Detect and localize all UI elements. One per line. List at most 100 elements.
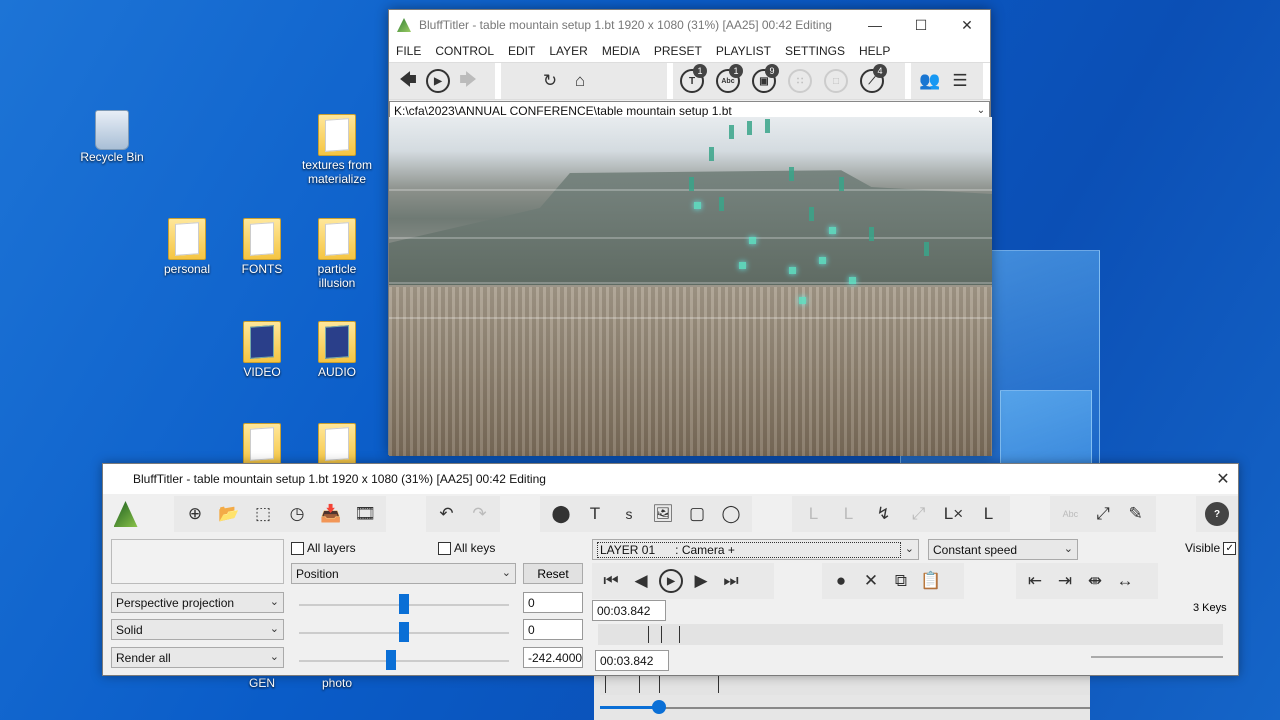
- copy-key-icon[interactable]: ⧉: [886, 566, 916, 596]
- cube-icon[interactable]: ▢: [680, 499, 714, 529]
- all-layers-checkbox[interactable]: All layers: [291, 541, 356, 555]
- redo-icon[interactable]: ↷: [463, 499, 496, 529]
- users-icon[interactable]: 👥: [915, 66, 945, 96]
- reset-button[interactable]: Reset: [523, 563, 583, 584]
- unlink-icon[interactable]: L×: [936, 499, 971, 529]
- abc-expand-icon[interactable]: Abc: [1054, 499, 1087, 529]
- shapes-icon[interactable]: ◯: [714, 499, 748, 529]
- link-loop-icon[interactable]: ↯: [866, 499, 901, 529]
- property-select[interactable]: Position ⌄: [291, 563, 516, 584]
- chevron-down-icon[interactable]: ⌄: [973, 105, 989, 116]
- keyframe-tick[interactable]: [679, 626, 680, 643]
- open-folder-icon[interactable]: 📂: [212, 499, 246, 529]
- desktop-icon-particle-illusion[interactable]: particle illusion: [299, 218, 375, 290]
- value-input-3[interactable]: -242.4000: [523, 647, 583, 668]
- import-icon[interactable]: 📥: [314, 499, 348, 529]
- keyframe-tick[interactable]: [605, 676, 606, 693]
- render-scope-select[interactable]: Render all ⌄: [111, 647, 284, 668]
- menu-help[interactable]: HELP: [859, 44, 890, 58]
- paste-key-icon[interactable]: 📋: [916, 566, 946, 596]
- speed-select[interactable]: Constant speed ⌄: [928, 539, 1078, 560]
- small-text-icon[interactable]: s: [612, 499, 646, 529]
- all-keys-checkbox[interactable]: All keys: [438, 541, 495, 555]
- refresh-icon[interactable]: ↻: [535, 66, 565, 96]
- desktop-icon-recycle-bin[interactable]: Recycle Bin: [74, 110, 150, 164]
- blob-icon[interactable]: ⬤: [544, 499, 578, 529]
- stretch-icon[interactable]: ⇼: [1080, 566, 1110, 596]
- menu-media[interactable]: MEDIA: [602, 44, 640, 58]
- desktop-icon-partial-2[interactable]: [299, 423, 375, 467]
- home-icon[interactable]: ⌂: [565, 66, 595, 96]
- menu-preset[interactable]: PRESET: [654, 44, 702, 58]
- desktop-icon-photo[interactable]: photo: [299, 676, 375, 690]
- keyframe-tick[interactable]: [648, 626, 649, 643]
- menu-file[interactable]: FILE: [396, 44, 421, 58]
- desktop-icon-textures[interactable]: textures from materialize: [299, 114, 375, 186]
- text-icon[interactable]: T: [578, 499, 612, 529]
- keyframe-tick[interactable]: [659, 676, 660, 693]
- panel-close-icon[interactable]: ✕: [1208, 469, 1238, 489]
- minimize-button[interactable]: —: [852, 17, 898, 33]
- panel-titlebar[interactable]: BluffTitler - table mountain setup 1.bt …: [103, 464, 1238, 494]
- render-mode-select[interactable]: Solid ⌄: [111, 619, 284, 640]
- lower-timeline-track[interactable]: [600, 674, 1090, 695]
- slider-thumb-2[interactable]: [399, 622, 409, 642]
- clock-icon[interactable]: ◷: [280, 499, 314, 529]
- desktop-icon-partial-1[interactable]: [224, 423, 300, 467]
- desktop-icon-audio[interactable]: AUDIO: [299, 321, 375, 379]
- menu-layer[interactable]: LAYER: [549, 44, 587, 58]
- main-titlebar[interactable]: BluffTitler - table mountain setup 1.bt …: [389, 10, 990, 40]
- effect-layer-button[interactable]: ⟋ 4: [857, 64, 887, 96]
- shrink-icon[interactable]: ⤢: [901, 499, 936, 529]
- skip-end-icon[interactable]: ⏭: [716, 566, 746, 596]
- keyframe-tick[interactable]: [639, 676, 640, 693]
- maximize-button[interactable]: ☐: [898, 17, 944, 34]
- desktop-icon-gen[interactable]: GEN: [224, 676, 300, 690]
- visible-checkbox[interactable]: Visible ✓: [1185, 541, 1239, 555]
- film-icon[interactable]: 🎞: [348, 499, 382, 529]
- time-input-bottom[interactable]: 00:03.842: [595, 650, 669, 671]
- desktop-icon-personal[interactable]: personal: [149, 218, 225, 276]
- desktop-icon-fonts[interactable]: FONTS: [224, 218, 300, 276]
- delete-key-icon[interactable]: ✕: [856, 566, 886, 596]
- menu-playlist[interactable]: PLAYLIST: [716, 44, 771, 58]
- help-icon[interactable]: ?: [1200, 499, 1234, 529]
- layer-select[interactable]: LAYER 01 : Camera + ⌄: [592, 539, 919, 560]
- slider-thumb-1[interactable]: [399, 594, 409, 614]
- crop-icon[interactable]: ⬚: [246, 499, 280, 529]
- text-layer-button[interactable]: T1: [677, 64, 707, 96]
- hamburger-menu-icon[interactable]: ☰: [945, 66, 975, 96]
- record-icon[interactable]: ●: [826, 566, 856, 596]
- projection-select[interactable]: Perspective projection ⌄: [111, 592, 284, 613]
- video-preview[interactable]: [389, 117, 992, 456]
- back-arrow-icon[interactable]: 🡄: [393, 66, 423, 96]
- keyframe-tick[interactable]: [718, 676, 719, 693]
- value-input-1[interactable]: 0: [523, 592, 583, 613]
- image-icon[interactable]: 🖼: [646, 499, 680, 529]
- align-left-icon[interactable]: ⇤: [1020, 566, 1050, 596]
- playhead-track[interactable]: [600, 707, 1090, 709]
- menu-control[interactable]: CONTROL: [435, 44, 494, 58]
- keyframe-timeline[interactable]: [598, 624, 1223, 645]
- particle-layer-button[interactable]: ∷: [785, 66, 815, 96]
- menu-settings[interactable]: SETTINGS: [785, 44, 845, 58]
- time-input-top[interactable]: 00:03.842: [592, 600, 666, 621]
- value-input-2[interactable]: 0: [523, 619, 583, 640]
- slider-thumb-3[interactable]: [386, 650, 397, 670]
- skip-start-icon[interactable]: ⏮: [596, 566, 626, 596]
- slider-track-3[interactable]: [299, 660, 509, 662]
- menu-edit[interactable]: EDIT: [508, 44, 535, 58]
- undo-icon[interactable]: ↶: [430, 499, 463, 529]
- keyframe-tick[interactable]: [661, 626, 662, 643]
- link-icon[interactable]: L: [796, 499, 831, 529]
- link-alt-icon[interactable]: L: [831, 499, 866, 529]
- shape-layer-button[interactable]: □: [821, 66, 851, 96]
- center-icon[interactable]: ↔: [1110, 566, 1140, 596]
- desktop-icon-video[interactable]: VIDEO: [224, 321, 300, 379]
- expand-icon[interactable]: ⤢: [1087, 499, 1120, 529]
- next-icon[interactable]: ▶: [686, 566, 716, 596]
- forward-arrow-icon[interactable]: 🡆: [453, 66, 483, 96]
- close-button[interactable]: ✕: [944, 17, 990, 34]
- edit-icon[interactable]: ✎: [1119, 499, 1152, 529]
- play-button[interactable]: ▶: [423, 66, 453, 96]
